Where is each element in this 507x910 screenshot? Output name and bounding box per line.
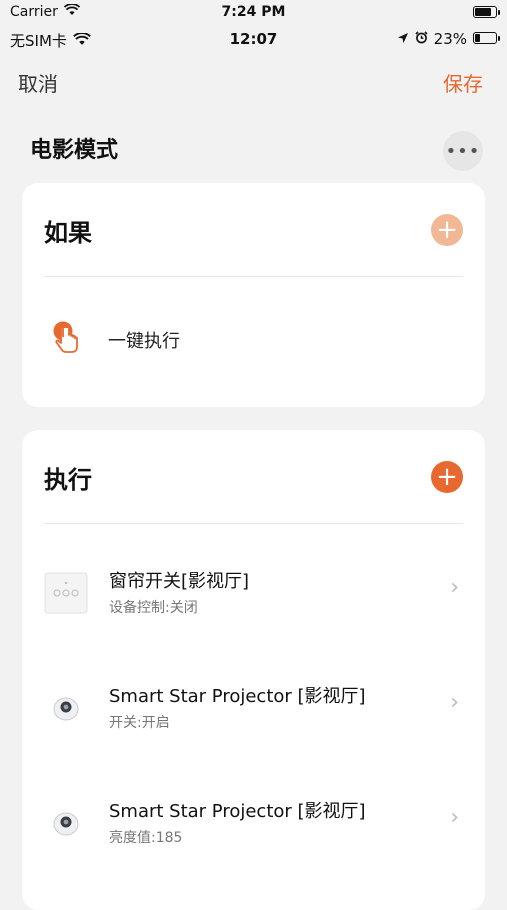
- chevron-right-icon: ›: [450, 805, 459, 830]
- battery-percent: 23%: [433, 30, 467, 48]
- alarm-icon: [415, 30, 428, 48]
- action-title: Smart Star Projector [影视厅]: [109, 686, 366, 707]
- chevron-right-icon: ›: [450, 690, 459, 715]
- tap-hand-icon: [50, 321, 82, 359]
- plus-icon: +: [436, 215, 458, 245]
- add-condition-button[interactable]: +: [431, 214, 463, 246]
- inner-status-right: 23%: [397, 30, 500, 48]
- divider: [44, 276, 463, 277]
- divider: [44, 523, 463, 524]
- action-subtitle: 设备控制:关闭: [109, 600, 198, 616]
- action-card: 执行 + 窗帘开关[影视厅] 设备控制:关闭 › Smart Star Proj: [22, 430, 485, 910]
- trigger-label: 一键执行: [108, 331, 180, 352]
- save-button[interactable]: 保存: [443, 68, 483, 97]
- outer-status-bar: Carrier 7:24 PM: [0, 0, 507, 24]
- projector-icon: [44, 686, 88, 730]
- chevron-right-icon: ›: [450, 575, 459, 600]
- inner-status-bar: 无SIM卡 12:07 23%: [0, 26, 507, 52]
- plus-icon: +: [436, 462, 458, 492]
- projector-icon: [44, 801, 88, 845]
- more-options-button[interactable]: •••: [443, 131, 483, 171]
- action-subtitle: 开关:开启: [109, 715, 170, 731]
- outer-clock: 7:24 PM: [221, 4, 286, 20]
- action-title: Smart Star Projector [影视厅]: [109, 801, 366, 822]
- action-header: 执行: [44, 466, 92, 494]
- condition-header: 如果: [44, 219, 92, 247]
- trigger-item[interactable]: 一键执行: [50, 321, 180, 359]
- outer-battery-icon: [473, 6, 500, 22]
- add-action-button[interactable]: +: [431, 461, 463, 493]
- action-item-projector-power[interactable]: Smart Star Projector [影视厅] 开关:开启 ›: [44, 678, 463, 758]
- action-item-curtain[interactable]: 窗帘开关[影视厅] 设备控制:关闭 ›: [44, 563, 463, 643]
- nav-bar: 取消 保存: [0, 62, 507, 102]
- curtain-switch-icon: [44, 571, 88, 615]
- action-subtitle: 亮度值:185: [109, 830, 183, 846]
- location-arrow-icon: [397, 30, 409, 48]
- condition-card: 如果 + 一键执行: [22, 183, 485, 407]
- cancel-button[interactable]: 取消: [18, 68, 58, 97]
- action-title: 窗帘开关[影视厅]: [109, 571, 250, 592]
- inner-battery-icon: [473, 30, 500, 48]
- action-item-projector-brightness[interactable]: Smart Star Projector [影视厅] 亮度值:185 ›: [44, 793, 463, 873]
- more-icon: •••: [445, 140, 481, 162]
- scene-title[interactable]: 电影模式: [30, 132, 118, 164]
